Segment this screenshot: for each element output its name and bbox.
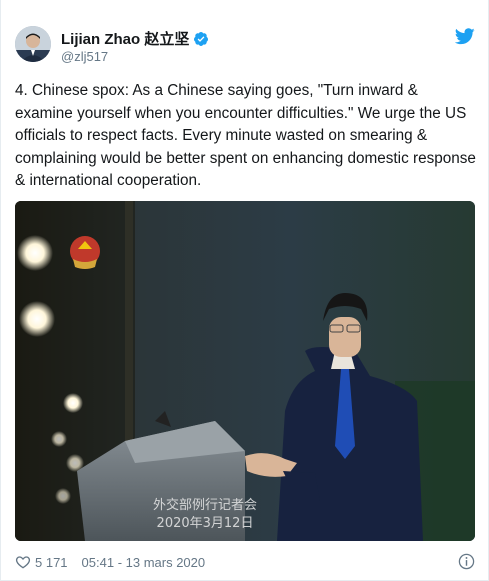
like-button[interactable]: 5 171: [15, 554, 82, 570]
heart-icon: [15, 556, 31, 569]
tweet-header: Lijian Zhao 赵立坚 @zlj517: [15, 26, 475, 70]
verified-badge-icon: [194, 31, 209, 46]
twitter-bird-icon[interactable]: [455, 28, 475, 45]
emblem-icon: [70, 236, 100, 269]
tweet-footer: 5 171 05:41 - 13 mars 2020: [15, 552, 475, 572]
tweet-photo[interactable]: 外交部例行记者会 2020年3月12日: [15, 201, 475, 541]
avatar[interactable]: [15, 26, 51, 62]
tweet-text: 4. Chinese spox: As a Chinese saying goe…: [15, 82, 481, 189]
tweet-timestamp[interactable]: 05:41 - 13 mars 2020: [82, 555, 206, 570]
like-count: 5 171: [35, 554, 68, 570]
name-row: Lijian Zhao 赵立坚: [61, 28, 209, 49]
user-handle[interactable]: @zlj517: [61, 49, 108, 64]
photo-caption-line2: 2020年3月12日: [157, 516, 254, 531]
photo-caption-line1: 外交部例行记者会: [153, 497, 257, 513]
tweet-card: Lijian Zhao 赵立坚 @zlj517 4. Chinese spox:…: [0, 0, 489, 581]
display-name[interactable]: Lijian Zhao 赵立坚: [61, 28, 189, 49]
info-icon[interactable]: [458, 553, 475, 570]
